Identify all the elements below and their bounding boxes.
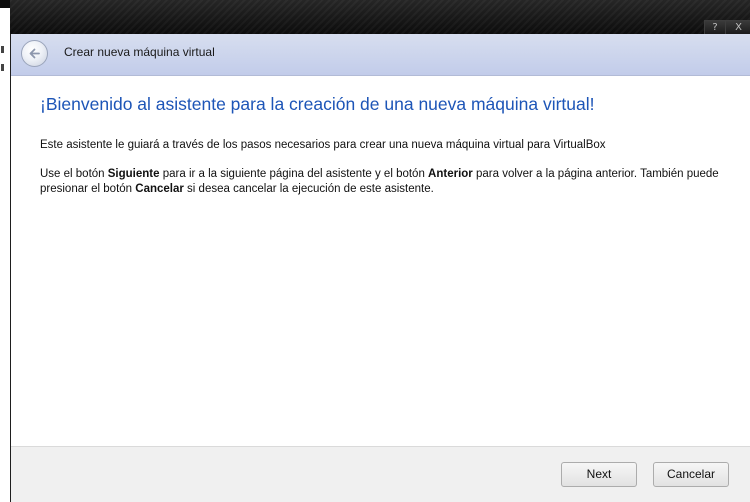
instructions-text: para ir a la siguiente página del asiste… — [159, 168, 429, 180]
window-titlebar[interactable]: ? X — [10, 0, 750, 35]
wizard-title: Crear nueva máquina virtual — [64, 45, 215, 59]
instructions-text: Use el botón — [40, 168, 108, 180]
instructions-bold-back: Anterior — [428, 168, 473, 180]
cancel-button[interactable]: Cancelar — [653, 462, 729, 487]
instructions-text: si desea cancelar la ejecución de este a… — [183, 183, 434, 195]
screen: ? X Crear nueva máquina virtual ¡Bienven… — [0, 0, 750, 502]
help-button[interactable]: ? — [704, 20, 726, 35]
welcome-heading: ¡Bienvenido al asistente para la creació… — [40, 94, 595, 114]
instructions-bold-cancel: Cancelar — [135, 183, 184, 195]
wizard-client-area: Crear nueva máquina virtual ¡Bienvenido … — [10, 34, 750, 502]
instructions-bold-next: Siguiente — [107, 168, 160, 180]
wizard-footer: Next Cancelar — [11, 446, 750, 502]
intro-paragraph: Este asistente le guiará a través de los… — [40, 139, 606, 151]
instructions-paragraph: Use el botón Siguiente para ir a la sigu… — [40, 167, 730, 197]
background-window-mark — [1, 64, 4, 71]
wizard-window: ? X Crear nueva máquina virtual ¡Bienven… — [10, 0, 750, 502]
wizard-header: Crear nueva máquina virtual — [11, 34, 750, 76]
back-button[interactable] — [21, 40, 48, 67]
back-arrow-icon — [29, 48, 40, 59]
next-button[interactable]: Next — [561, 462, 637, 487]
wizard-content: ¡Bienvenido al asistente para la creació… — [11, 76, 750, 446]
close-button[interactable]: X — [725, 20, 750, 35]
background-window-mark — [1, 46, 4, 53]
